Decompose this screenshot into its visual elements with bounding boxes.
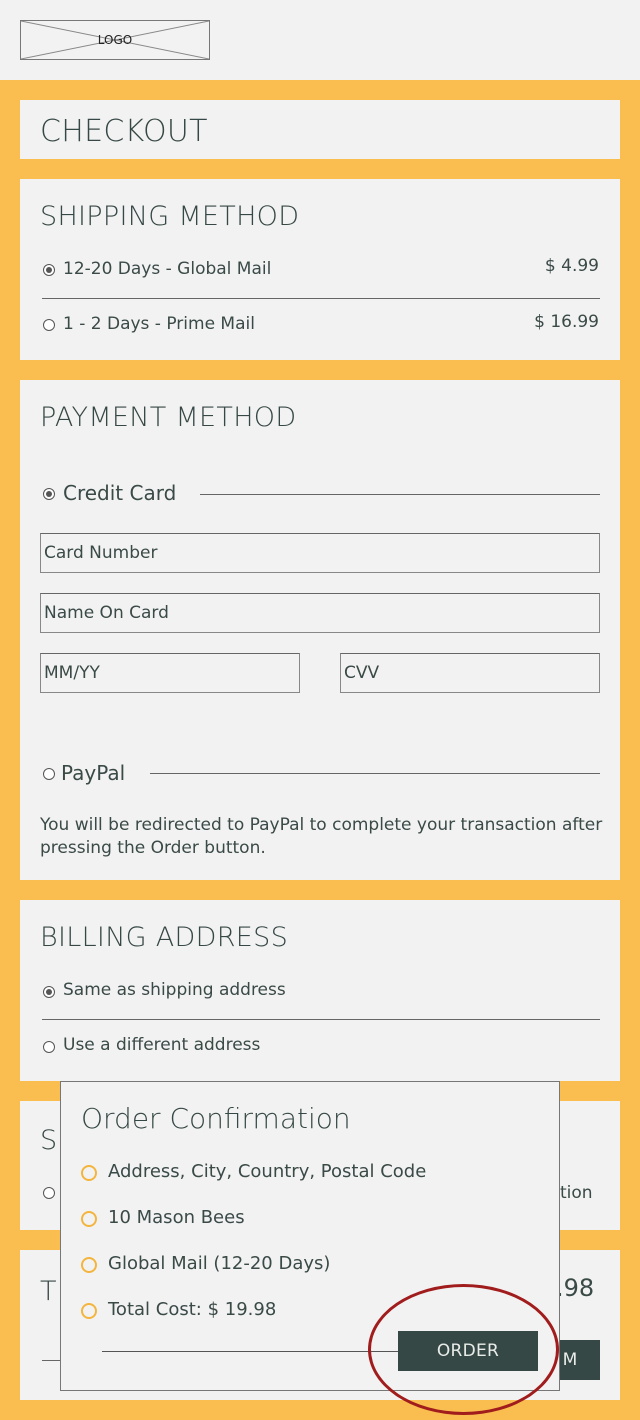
logo-placeholder[interactable]: LOGO [20,20,210,60]
shipping-option-prime-price: $ 16.99 [534,312,599,332]
payment-method-title: PAYMENT METHOD [40,402,297,433]
logo-text: LOGO [97,33,133,47]
divider [200,494,600,495]
obscured-option-label: tion [560,1183,593,1203]
expiry-input[interactable]: MM/YY [40,653,300,693]
billing-same-radio[interactable] [43,986,55,998]
divider [42,298,600,299]
paypal-radio[interactable] [43,768,55,780]
shipping-option-global-price: $ 4.99 [544,256,599,276]
order-total-price: .98 [556,1274,595,1302]
page-title: CHECKOUT [40,114,208,149]
shipping-method-title: SHIPPING METHOD [40,201,300,232]
credit-card-label[interactable]: Credit Card [63,481,176,505]
name-on-card-input[interactable]: Name On Card [40,593,600,633]
billing-address-panel: BILLING ADDRESS Same as shipping address… [20,900,620,1081]
order-confirmation-modal: Order Confirmation Address, City, Countr… [60,1081,560,1391]
order-button[interactable]: ORDER [398,1331,538,1371]
payment-method-panel: PAYMENT METHOD Credit Card Card Number N… [20,380,620,880]
obscured-section-title: S [40,1125,58,1156]
divider [42,1019,600,1020]
modal-title: Order Confirmation [81,1102,351,1135]
obscured-option-radio[interactable] [43,1187,55,1199]
bullet-circle-icon [81,1211,97,1227]
credit-card-radio[interactable] [43,488,55,500]
shipping-option-global-radio[interactable] [43,264,55,276]
order-total-title: T [40,1276,57,1307]
shipping-option-prime-radio[interactable] [43,319,55,331]
shipping-option-global-label[interactable]: 12-20 Days - Global Mail [63,259,271,279]
paypal-redirect-note: You will be redirected to PayPal to comp… [40,815,603,858]
bullet-circle-icon [81,1257,97,1273]
confirmation-item-text: 10 Mason Bees [108,1207,245,1228]
divider [102,1351,398,1352]
shipping-method-panel: SHIPPING METHOD 12-20 Days - Global Mail… [20,179,620,360]
billing-same-label[interactable]: Same as shipping address [63,980,286,1000]
shipping-option-prime-label[interactable]: 1 - 2 Days - Prime Mail [63,314,255,334]
card-number-input[interactable]: Card Number [40,533,600,573]
cvv-input[interactable]: CVV [340,653,600,693]
billing-address-title: BILLING ADDRESS [40,922,289,953]
bullet-circle-icon [81,1165,97,1181]
confirmation-item-text: Global Mail (12-20 Days) [108,1253,331,1274]
checkout-title-panel: CHECKOUT [20,100,620,159]
billing-different-radio[interactable] [43,1041,55,1053]
confirmation-item-text: Address, City, Country, Postal Code [108,1161,427,1182]
paypal-label[interactable]: PayPal [61,761,125,785]
bullet-circle-icon [81,1303,97,1319]
billing-different-label[interactable]: Use a different address [63,1035,260,1055]
page-header: LOGO [0,0,640,80]
divider [150,773,600,774]
confirmation-item-text: Total Cost: $ 19.98 [108,1299,277,1320]
